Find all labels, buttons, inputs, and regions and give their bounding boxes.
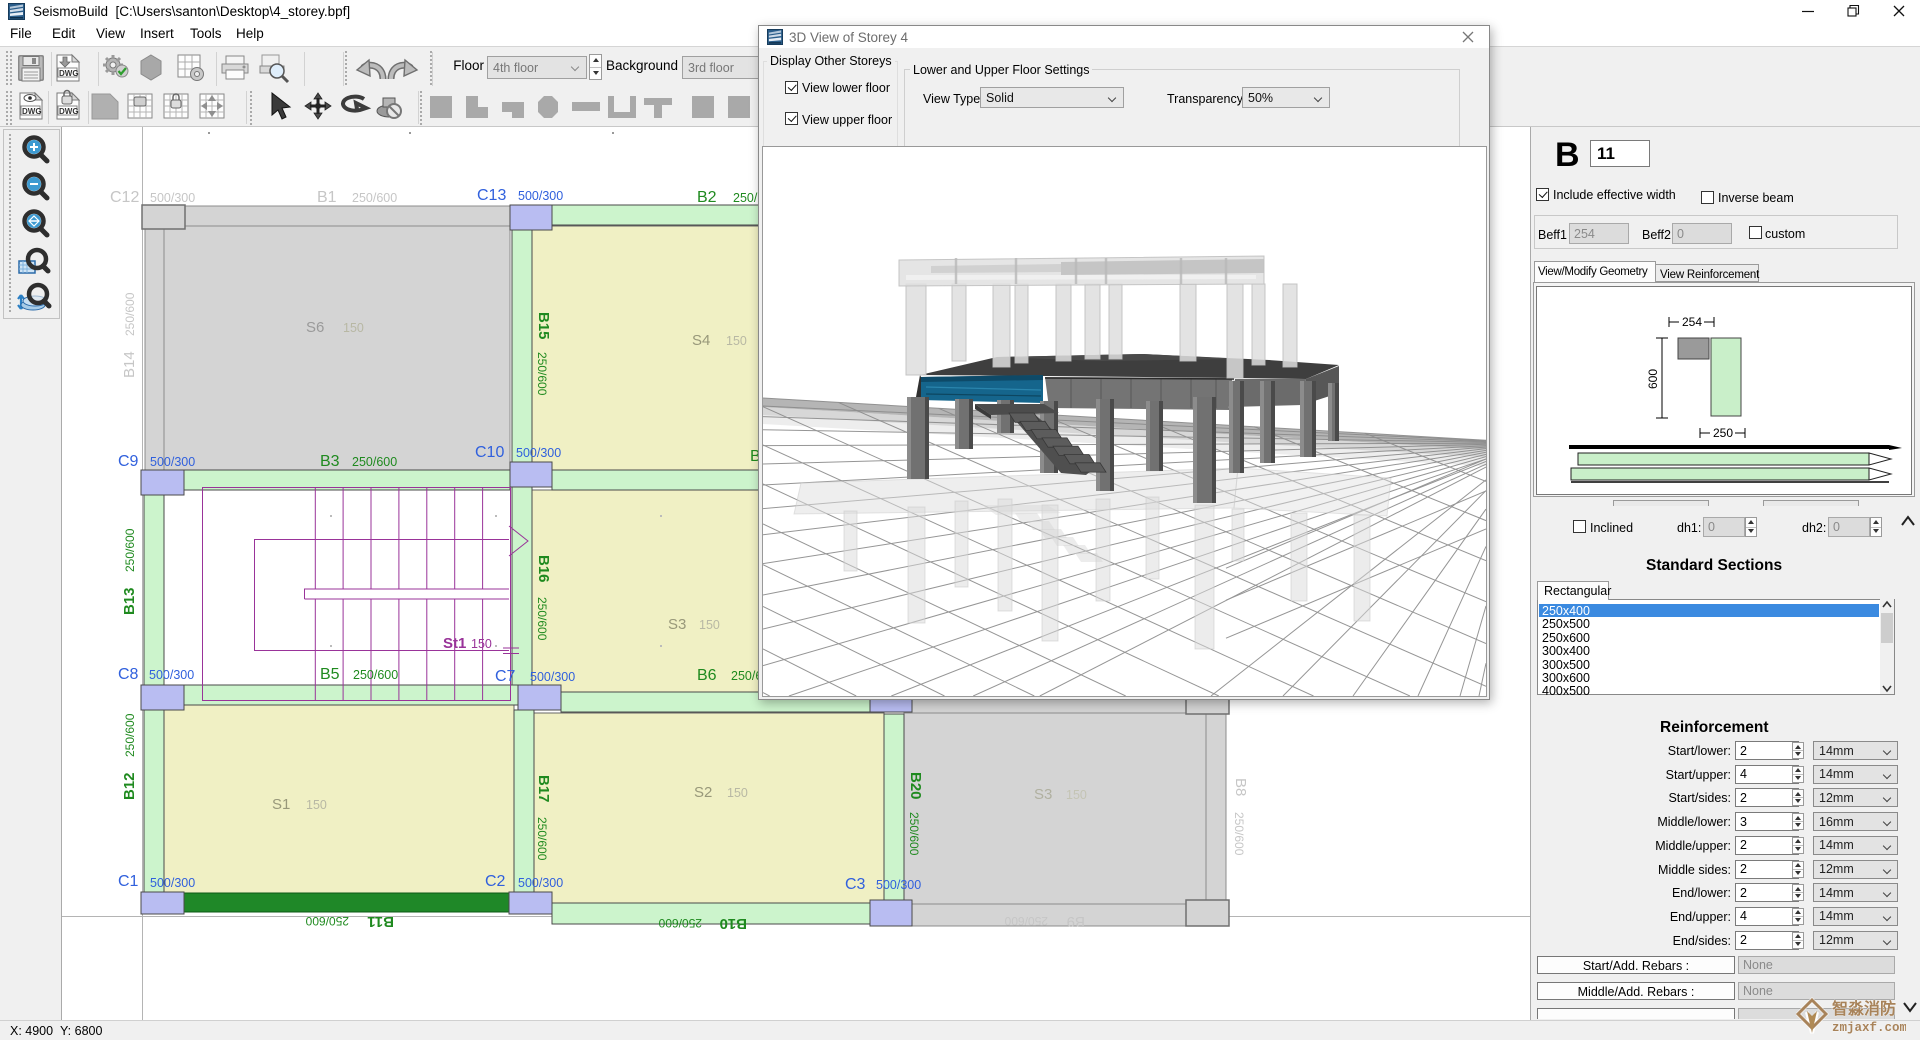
- svg-text:S1: S1: [272, 796, 290, 813]
- svg-text:S2: S2: [694, 784, 712, 801]
- svg-text:600: 600: [1646, 369, 1660, 389]
- svg-text:500/300: 500/300: [530, 670, 575, 684]
- svg-text:DWG: DWG: [22, 107, 42, 116]
- svg-text:C12: C12: [110, 189, 139, 206]
- svg-text:250/600: 250/600: [123, 713, 137, 757]
- svg-text:DWG: DWG: [59, 107, 79, 116]
- svg-text:B13: B13: [121, 587, 138, 615]
- svg-text:250/600: 250/600: [1004, 914, 1048, 928]
- svg-text:250/600: 250/600: [535, 597, 549, 641]
- svg-text:DWG: DWG: [59, 69, 79, 78]
- svg-text:C8: C8: [118, 666, 139, 683]
- svg-text:St1: St1: [443, 635, 466, 652]
- svg-text:250/600: 250/600: [123, 292, 137, 336]
- svg-text:C13: C13: [477, 187, 506, 204]
- svg-text:250: 250: [1713, 426, 1733, 440]
- svg-text:C9: C9: [118, 453, 139, 470]
- svg-text:254: 254: [1682, 315, 1702, 329]
- svg-text:500/300: 500/300: [518, 876, 563, 890]
- svg-text:C3: C3: [845, 876, 866, 893]
- svg-text:B17: B17: [535, 775, 552, 803]
- svg-text:250/600: 250/600: [353, 668, 398, 682]
- svg-text:250/600: 250/600: [352, 191, 397, 205]
- svg-text:150: 150: [726, 334, 747, 348]
- svg-text:B12: B12: [121, 772, 138, 800]
- svg-text:C1: C1: [118, 873, 139, 890]
- svg-text:250/600: 250/600: [305, 914, 349, 928]
- svg-text:B9: B9: [1067, 913, 1085, 930]
- svg-text:250/600: 250/600: [535, 817, 549, 861]
- svg-text:B2: B2: [697, 189, 717, 206]
- svg-text:B6: B6: [697, 667, 717, 684]
- svg-text:B16: B16: [535, 555, 552, 583]
- svg-text:150: 150: [727, 786, 748, 800]
- svg-text:150: 150: [306, 798, 327, 812]
- svg-text:500/300: 500/300: [150, 876, 195, 890]
- svg-text:500/300: 500/300: [150, 191, 195, 205]
- svg-text:B11: B11: [367, 913, 394, 930]
- svg-text:zmjaxf.com: zmjaxf.com: [1832, 1021, 1906, 1035]
- svg-text:500/300: 500/300: [516, 446, 561, 460]
- svg-text:250/600: 250/600: [352, 455, 397, 469]
- svg-text:500/300: 500/300: [150, 455, 195, 469]
- svg-text:S3: S3: [668, 616, 686, 633]
- svg-text:B3: B3: [320, 453, 340, 470]
- svg-text:500/300: 500/300: [149, 668, 194, 682]
- svg-text:S3: S3: [1034, 786, 1052, 803]
- svg-text:B10: B10: [719, 915, 747, 932]
- svg-text:Background: Background: [606, 58, 678, 73]
- svg-text:150: 150: [343, 321, 364, 335]
- svg-text:C10: C10: [475, 444, 504, 461]
- svg-text:B8: B8: [1232, 778, 1249, 796]
- svg-text:250/600: 250/600: [535, 352, 549, 396]
- svg-text:C2: C2: [485, 873, 506, 890]
- svg-text:B5: B5: [320, 666, 340, 683]
- svg-text:500/300: 500/300: [876, 878, 921, 892]
- svg-text:Floor: Floor: [453, 58, 484, 73]
- svg-text:150: 150: [1066, 788, 1087, 802]
- svg-text:C7: C7: [495, 668, 516, 685]
- svg-text:150: 150: [699, 618, 720, 632]
- svg-text:B15: B15: [535, 312, 552, 340]
- svg-text:250/600: 250/600: [907, 812, 921, 856]
- svg-text:S4: S4: [692, 332, 710, 349]
- svg-text:250/600: 250/600: [123, 528, 137, 572]
- svg-text:B1: B1: [317, 189, 337, 206]
- svg-text:250/600: 250/600: [1232, 812, 1246, 856]
- svg-text:250/600: 250/600: [658, 916, 702, 930]
- svg-text:B20: B20: [907, 772, 924, 800]
- svg-text:500/300: 500/300: [518, 189, 563, 203]
- svg-text:智淼消防: 智淼消防: [1832, 999, 1896, 1018]
- svg-text:S6: S6: [306, 319, 324, 336]
- svg-text:B14: B14: [121, 351, 138, 378]
- svg-text:150: 150: [471, 637, 492, 651]
